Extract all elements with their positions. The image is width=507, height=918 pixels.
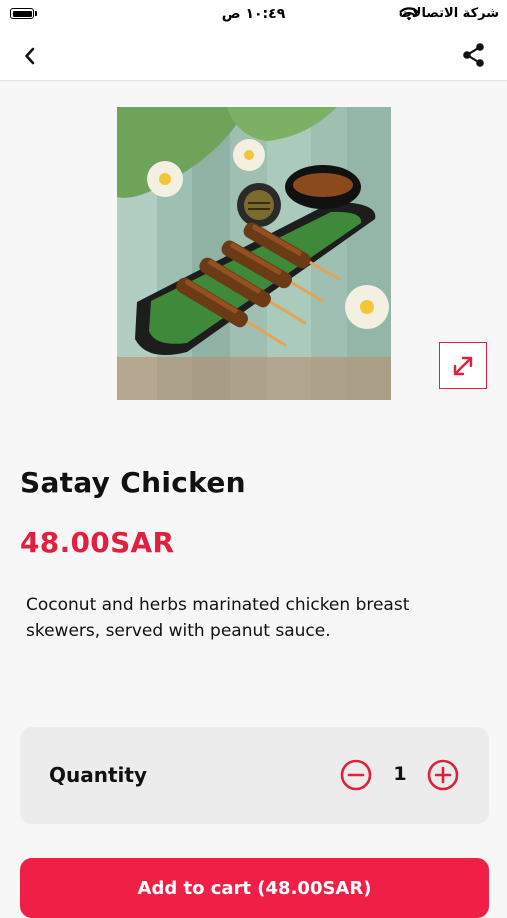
add-to-cart-label: Add to cart (48.00SAR) [137,878,372,899]
quantity-label: Quantity [49,763,147,787]
minus-circle-icon[interactable] [340,759,372,791]
product-image[interactable] [117,107,391,400]
expand-icon [453,356,473,375]
share-icon [463,43,484,67]
product-description: Coconut and herbs marinated chicken brea… [26,595,410,641]
product-name: Satay Chicken [20,466,246,499]
chevron-left-icon [25,47,35,65]
product-price: 48.00SAR [20,526,175,559]
share-button[interactable] [457,38,491,72]
add-to-cart-button[interactable]: Add to cart (48.00SAR) [20,858,489,918]
quantity-value: 1 [393,763,407,785]
quantity-selector: Quantity 1 [20,727,489,824]
nav-bar [0,30,507,81]
plus-circle-icon[interactable] [427,759,459,791]
satay-plate-illustration [117,107,391,400]
back-button[interactable] [14,40,46,72]
carrier-name: شركة الاتصالات [398,6,499,21]
status-bar: ١٠:٤٩ ص شركة الاتصالات [0,0,507,30]
expand-image-button[interactable] [439,342,487,389]
